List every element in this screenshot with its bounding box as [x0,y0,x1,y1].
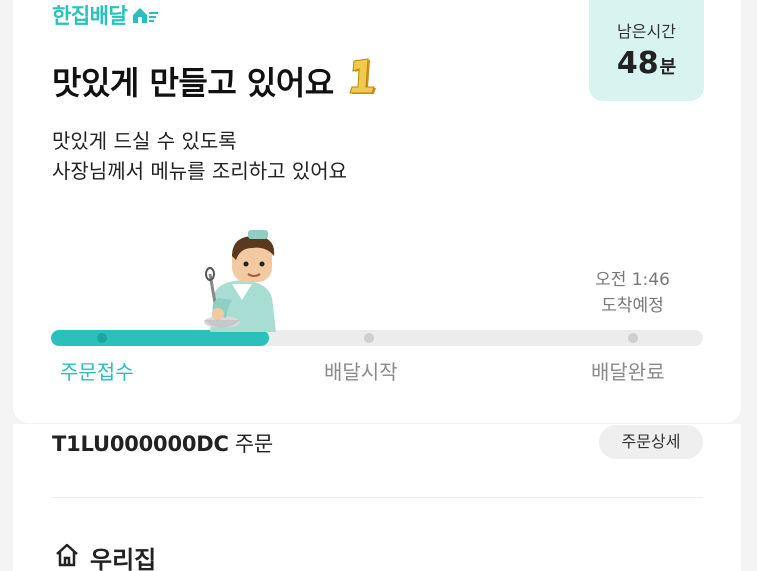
order-id-suffix: 주문 [234,432,273,456]
remaining-time-label: 남은시간 [617,22,676,41]
order-id-row: T1LU000000DC 주문 [52,428,273,458]
address-label: 우리집 [90,546,157,571]
brand-logo-icon [131,5,159,25]
section-divider [52,497,703,498]
remaining-time-value: 48분 [589,46,704,81]
home-icon [54,542,80,571]
subtitle-line-1: 맛있게 드실 수 있도록 [52,129,237,153]
step-delivery-complete: 배달완료 [591,360,665,384]
eta-time: 오전 1:46 [595,270,670,290]
status-title-text: 맛있게 만들고 있어요 [52,64,334,102]
subtitle-line-2: 사장님께서 메뉴를 조리하고 있어요 [52,159,348,183]
step-order-received: 주문접수 [60,360,134,384]
progress-track [51,330,703,346]
chef-illustration [196,226,288,338]
remaining-time-number: 48 [616,46,659,81]
address-row[interactable]: 우리집 [54,540,156,571]
progress-dot-3 [628,333,638,343]
gold-badge-icon [346,58,380,104]
remaining-time-unit: 분 [659,57,677,78]
eta-block: 오전 1:46 도착예정 [560,267,705,319]
order-detail-button[interactable]: 주문상세 [599,425,703,459]
brand-name: 한집배달 [52,4,128,28]
step-delivery-start: 배달시작 [324,360,398,384]
eta-label: 도착예정 [601,296,664,316]
order-id: T1LU000000DC [52,432,229,456]
progress-dot-1 [97,333,107,343]
status-subtitle: 맛있게 드실 수 있도록 사장님께서 메뉴를 조리하고 있어요 [52,126,347,186]
brand-logo: 한집배달 [52,0,159,30]
status-title: 맛있게 만들고 있어요 [52,58,380,104]
progress-dot-2 [364,333,374,343]
remaining-time-box: 남은시간 48분 [589,0,704,101]
